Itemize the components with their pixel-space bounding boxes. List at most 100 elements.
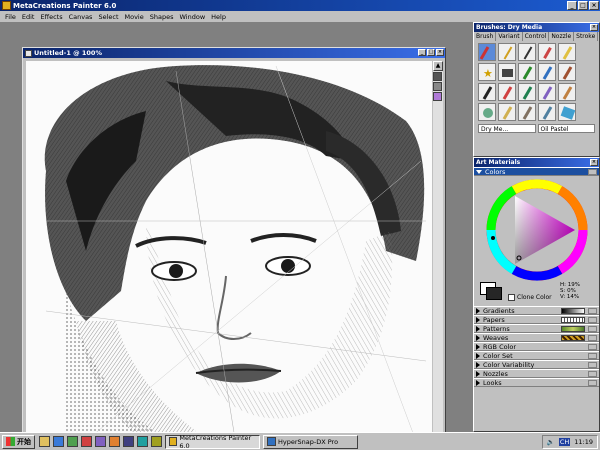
ie-icon[interactable] [53,436,64,447]
color-icon[interactable] [433,92,442,101]
oil-brush-icon[interactable] [558,83,576,101]
colors-menu-icon[interactable] [588,169,597,175]
section-gradients[interactable]: Gradients [474,306,599,315]
menu-edit[interactable]: Edit [19,13,38,21]
rgb-color-label: RGB Color [483,342,517,351]
section-nozzles[interactable]: Nozzles [474,369,599,378]
section-rgb-color[interactable]: RGB Color [474,342,599,351]
menu-canvas[interactable]: Canvas [66,13,96,21]
document-title-bar[interactable]: Untitled-1 @ 100% _ □ × [23,48,445,58]
tab-brush[interactable]: Brush [474,32,497,41]
pen-brush-icon[interactable] [518,43,536,61]
close-icon[interactable]: × [589,1,599,10]
brushes-close-icon[interactable]: × [590,24,598,31]
liquid-brush-icon[interactable] [538,83,556,101]
crayon-brush-icon[interactable] [498,83,516,101]
app-launch-icon-2[interactable] [95,436,106,447]
section-papers[interactable]: Papers [474,315,599,324]
app-launch-icon-1[interactable] [81,436,92,447]
image-hose-icon[interactable] [478,103,496,121]
eraser-brush-icon[interactable] [538,43,556,61]
tab-stroke[interactable]: Stroke [574,32,599,41]
menu-file[interactable]: File [2,13,19,21]
painting-canvas[interactable] [26,61,432,445]
art-materials-title[interactable]: Art Materials × [474,158,599,167]
document-window: Untitled-1 @ 100% _ □ × ▲ [22,47,446,450]
pencil-brush-icon[interactable] [498,43,516,61]
section-colors[interactable]: Colors [474,167,599,176]
speaker-icon[interactable]: 🔈 [547,438,555,446]
menu-movie[interactable]: Movie [122,13,147,21]
menu-effects[interactable]: Effects [37,13,65,21]
palette-knife-icon[interactable] [538,103,556,121]
app-launch-icon-5[interactable] [137,436,148,447]
app-launch-icon-4[interactable] [123,436,134,447]
desktop-icon[interactable] [39,436,50,447]
brush-category-field[interactable]: Dry Me... [478,124,536,133]
menu-window[interactable]: Window [177,13,209,21]
brush-variant-field[interactable]: Oil Pastel [537,124,595,133]
section-patterns[interactable]: Patterns [474,324,599,333]
section-color-variability[interactable]: Color Variability [474,360,599,369]
gradients-label: Gradients [483,306,515,315]
tab-nozzle[interactable]: Nozzle [549,32,575,41]
weaves-menu-icon[interactable] [588,335,597,341]
charcoal-brush-icon[interactable] [478,83,496,101]
document-icon[interactable] [25,49,32,57]
minimize-icon[interactable]: _ [567,1,577,10]
app-icon[interactable] [2,1,11,10]
secondary-color-swatch[interactable] [486,287,502,300]
ime-indicator[interactable]: CH [558,438,571,446]
doc-close-icon[interactable]: × [436,49,444,56]
clock[interactable]: 11:19 [574,438,593,446]
star-brush-icon[interactable]: ★ [478,63,496,81]
art-materials-close-icon[interactable]: × [590,159,598,166]
impasto-brush-icon[interactable] [558,103,576,121]
tab-control[interactable]: Control [523,32,550,41]
task-painter[interactable]: MetaCreations Painter 6.0 [165,434,260,450]
windows-logo-icon [6,437,15,446]
cloner-brush-icon[interactable] [518,63,536,81]
brushes-panel-title[interactable]: Brushes: Dry Media × [474,23,599,32]
patterns-menu-icon[interactable] [588,326,597,332]
nozzles-label: Nozzles [483,369,508,378]
color-set-menu-icon[interactable] [588,353,597,359]
section-looks[interactable]: Looks [474,378,599,387]
papers-menu-icon[interactable] [588,317,597,323]
task-hypersnap[interactable]: HyperSnap-DX Pro [263,434,358,449]
tab-variant[interactable]: Variant [496,32,523,41]
start-button[interactable]: 开始 [2,434,35,449]
chalk-brush-icon[interactable] [558,43,576,61]
doc-maximize-icon[interactable]: □ [427,49,435,56]
rgb-color-menu-icon[interactable] [588,344,597,350]
maximize-icon[interactable]: □ [578,1,588,10]
nozzles-menu-icon[interactable] [588,371,597,377]
color-wheel[interactable] [474,178,600,283]
menu-help[interactable]: Help [208,13,229,21]
menu-select[interactable]: Select [95,13,121,21]
felt-pen-brush-icon[interactable] [518,83,536,101]
color-variability-menu-icon[interactable] [588,362,597,368]
camera-brush-icon[interactable] [498,63,516,81]
pastel-brush-icon[interactable] [498,103,516,121]
tracing-icon[interactable] [433,82,442,91]
looks-menu-icon[interactable] [588,380,597,386]
scroll-up-icon[interactable]: ▲ [433,61,443,71]
menu-shapes[interactable]: Shapes [147,13,177,21]
patterns-label: Patterns [483,324,510,333]
app-launch-icon-3[interactable] [109,436,120,447]
section-weaves[interactable]: Weaves [474,333,599,342]
clone-color-checkbox[interactable] [508,294,515,301]
gradients-menu-icon[interactable] [588,308,597,314]
dry-media-brush-icon[interactable] [478,43,496,61]
smear-brush-icon[interactable] [518,103,536,121]
water-brush-icon[interactable] [558,63,576,81]
outlook-icon[interactable] [67,436,78,447]
doc-minimize-icon[interactable]: _ [418,49,426,56]
vertical-scrollbar[interactable]: ▲ ▼ [433,61,443,445]
start-label: 开始 [17,437,31,446]
app-launch-icon-6[interactable] [151,436,162,447]
airbrush-icon[interactable] [538,63,556,81]
grid-icon[interactable] [433,72,442,81]
section-color-set[interactable]: Color Set [474,351,599,360]
